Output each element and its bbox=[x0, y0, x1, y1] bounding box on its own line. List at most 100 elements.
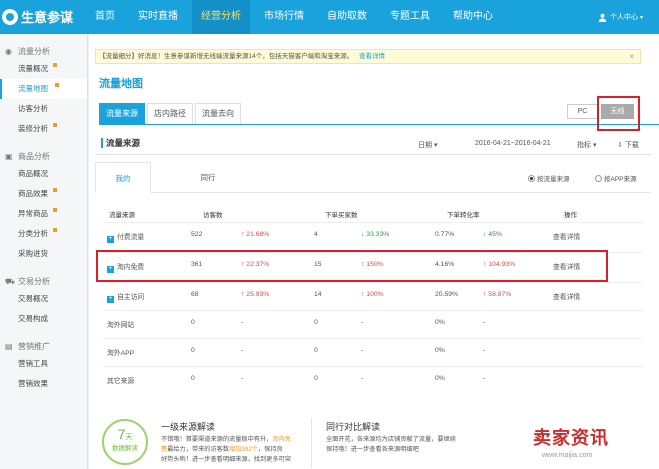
sidebar-item[interactable]: 营销效果 bbox=[0, 374, 87, 394]
visitors-value: 0 bbox=[191, 347, 195, 354]
table-row: 其它来源 0 - 0 - 0% - bbox=[103, 366, 643, 394]
sidebar-item[interactable]: 流量概况 bbox=[0, 59, 87, 79]
nav-item[interactable]: 实时直播 bbox=[129, 0, 187, 34]
date-label[interactable]: 日期 ▾ bbox=[418, 140, 437, 150]
buyers-change: ↓ 33.33% bbox=[361, 231, 390, 238]
buyers-change: - bbox=[361, 375, 364, 382]
interp1-title: 一级来源解读 bbox=[161, 422, 216, 432]
tab-traffic-destination[interactable]: 流量去向 bbox=[195, 103, 241, 124]
logo-text: 生意参谋 bbox=[21, 10, 74, 25]
visitors-value: 0 bbox=[191, 375, 195, 382]
conversion-value: 0% bbox=[435, 375, 445, 382]
notice-detail-link[interactable]: 查看详情 bbox=[359, 53, 385, 60]
conversion-change: - bbox=[483, 375, 486, 382]
date-range[interactable]: 2016-04-21~2016-04-21 bbox=[475, 140, 551, 147]
nav-item[interactable]: 帮助中心 bbox=[444, 0, 502, 34]
buyers-value: 0 bbox=[314, 347, 318, 354]
sidebar-group: ⛟ 交易分析 bbox=[5, 277, 50, 286]
source-name: 淘外APP bbox=[107, 350, 135, 357]
interp1-text: 不错哦！首要渠道来源的流量稳中有升，淘内免 费最给力，带来的访客数增加392个，… bbox=[161, 436, 291, 463]
subtab-bar: 我的 同行 按流量来源 按APP来源 bbox=[95, 162, 651, 193]
new-badge-icon bbox=[52, 62, 58, 68]
sidebar-item[interactable]: 交易概况 bbox=[0, 289, 87, 309]
radio-selected-icon bbox=[528, 174, 535, 182]
buyers-change: ↑ 100% bbox=[361, 291, 384, 298]
visitors-value: 0 bbox=[191, 319, 195, 326]
radio-by-source[interactable]: 按流量来源 bbox=[528, 173, 570, 183]
conversion-change: ↑ 58.87% bbox=[483, 291, 512, 298]
sidebar-item[interactable]: 异常商品 bbox=[0, 204, 87, 224]
page-title: 流量地图 bbox=[99, 78, 143, 90]
tab-underline bbox=[99, 124, 659, 125]
buyers-value: 0 bbox=[314, 319, 318, 326]
visitors-change: ↑ 25.93% bbox=[241, 291, 270, 298]
buyers-value: 14 bbox=[314, 291, 322, 298]
tab-traffic-source[interactable]: 流量来源 bbox=[99, 103, 145, 124]
sidebar-item[interactable]: 采购进货 bbox=[0, 244, 87, 264]
chat-icon: ▤ bbox=[5, 342, 13, 351]
watermark: 卖家资讯 bbox=[533, 428, 609, 448]
interp2-text: 全面开花，各来源均为店铺贡献了流量，要继续 保持哦！进一步查看各来源明细吧 bbox=[326, 436, 456, 453]
nav-item[interactable]: 首页 bbox=[86, 0, 124, 34]
sidebar-group: ◉ 流量分析 bbox=[5, 47, 50, 56]
buyers-change: - bbox=[361, 319, 364, 326]
metric-selector[interactable]: 指标 ▾ bbox=[577, 140, 596, 150]
source-name[interactable]: + 付费流量 bbox=[107, 231, 144, 243]
chevron-down-icon: ▾ bbox=[433, 142, 438, 149]
conversion-change: - bbox=[483, 347, 486, 354]
subtab-peer[interactable]: 同行 bbox=[183, 162, 233, 193]
visitors-change: ↑ 21.68% bbox=[241, 231, 270, 238]
sidebar-item[interactable]: 分类分析 bbox=[0, 224, 87, 244]
device-pc-button[interactable]: PC bbox=[567, 104, 598, 119]
close-icon[interactable]: × bbox=[629, 50, 634, 63]
view-detail-link[interactable]: 查看详情 bbox=[553, 291, 580, 301]
conversion-value: 0% bbox=[435, 347, 445, 354]
expand-icon[interactable]: + bbox=[107, 296, 114, 303]
subtab-mine[interactable]: 我的 bbox=[95, 162, 151, 193]
sidebar-item[interactable]: 营销工具 bbox=[0, 354, 87, 374]
nav-item[interactable]: 自助取数 bbox=[318, 0, 376, 34]
table-row: + 自主访问 68 ↑ 25.93% 14 ↑ 100% 20.59% ↑ 58.87% 查看详… bbox=[103, 282, 643, 310]
nav-menu: 首页 实时直播 经营分析 市场行情 自助取数 专题工具 帮助中心 bbox=[86, 0, 507, 34]
sidebar-item[interactable]: 流量地图 bbox=[0, 79, 87, 99]
sidebar-item[interactable]: 商品效果 bbox=[0, 184, 87, 204]
radio-by-app[interactable]: 按APP来源 bbox=[595, 173, 637, 183]
interp2-title: 同行对比解读 bbox=[326, 422, 381, 432]
eye-icon: ◉ bbox=[5, 47, 12, 56]
sidebar-item[interactable]: 访客分析 bbox=[0, 99, 87, 119]
nav-item[interactable]: 专题工具 bbox=[381, 0, 439, 34]
source-name[interactable]: + 自主访问 bbox=[107, 291, 144, 303]
user-icon bbox=[598, 13, 607, 22]
expand-icon[interactable]: + bbox=[107, 236, 114, 243]
col-buyers: 下单买家数 bbox=[325, 212, 358, 219]
sidebar-item[interactable]: 商品概况 bbox=[0, 164, 87, 184]
logo[interactable]: 生意参谋 bbox=[2, 7, 73, 26]
nav-item[interactable]: 经营分析 bbox=[192, 0, 250, 34]
conversion-value: 0.77% bbox=[435, 231, 455, 238]
nav-item[interactable]: 市场行情 bbox=[255, 0, 313, 34]
section-title: 流量来源 bbox=[101, 138, 140, 148]
visitors-change: - bbox=[241, 347, 244, 354]
tab-store-path[interactable]: 店内路径 bbox=[147, 103, 193, 124]
conversion-value: 0% bbox=[435, 319, 445, 326]
sidebar-item[interactable]: 交易构成 bbox=[0, 309, 87, 329]
source-name: 淘外网站 bbox=[107, 322, 135, 329]
table-row: 淘外APP 0 - 0 - 0% - bbox=[103, 338, 643, 366]
conversion-change: ↓ 45% bbox=[483, 231, 502, 238]
highlight-box-wireless bbox=[597, 96, 640, 131]
col-action: 操作 bbox=[564, 212, 577, 219]
view-detail-link[interactable]: 查看详情 bbox=[553, 231, 580, 241]
cart-icon: ⛟ bbox=[5, 277, 16, 286]
sidebar-group: ▣ 商品分析 bbox=[5, 152, 50, 161]
divider bbox=[311, 418, 312, 468]
download-button[interactable]: ⇩ 下载 bbox=[617, 140, 639, 150]
visitors-value: 68 bbox=[191, 291, 199, 298]
visitors-value: 522 bbox=[191, 231, 203, 238]
sidebar-item[interactable]: 装修分析 bbox=[0, 119, 87, 139]
new-badge-icon bbox=[52, 122, 58, 128]
watermark-url: www.maijia.com bbox=[542, 452, 593, 459]
col-source: 流量来源 bbox=[109, 212, 135, 219]
buyers-value: 0 bbox=[314, 375, 318, 382]
user-center-link[interactable]: 个人中心 ▾ bbox=[598, 12, 643, 22]
chevron-down-icon: ▾ bbox=[639, 14, 643, 21]
